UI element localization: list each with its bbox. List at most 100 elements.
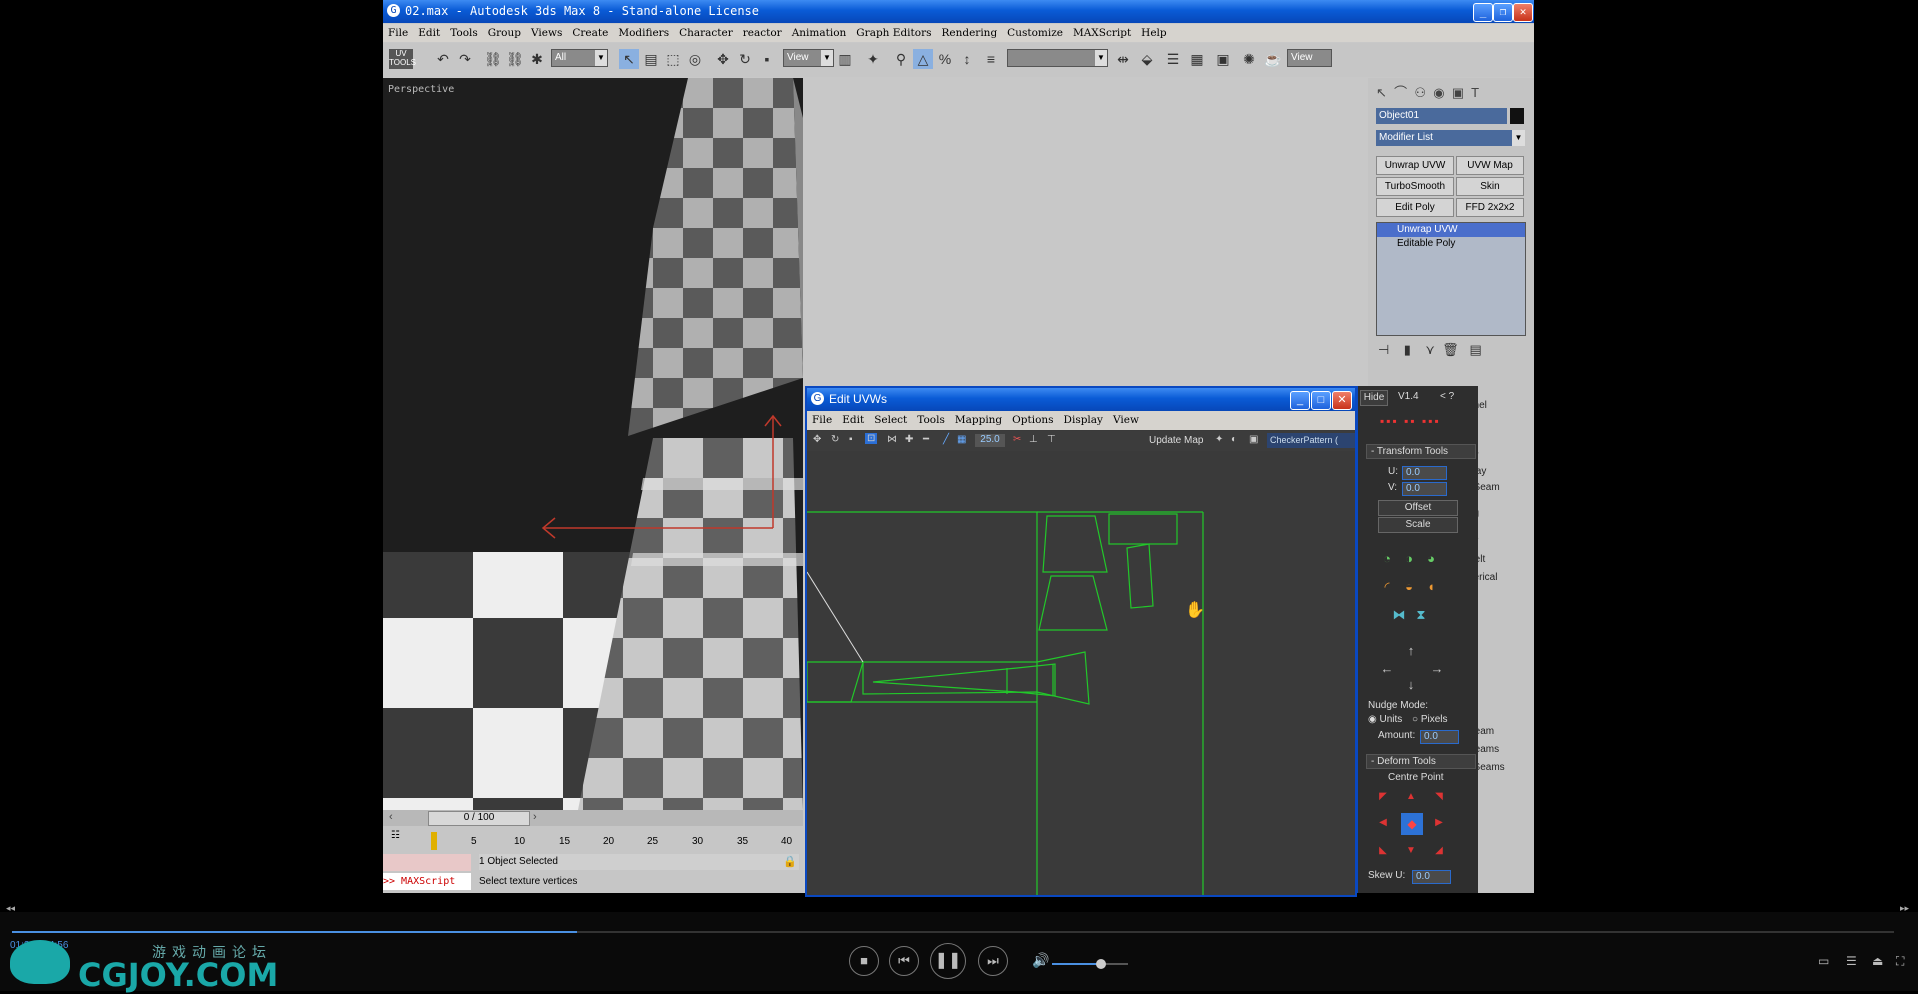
- select-by-name-icon[interactable]: ▤: [641, 49, 661, 69]
- command-panel-tabs[interactable]: ↖ ⌒ ⚇ ◉ ▣ T: [1376, 82, 1526, 102]
- uvw-weld-icon[interactable]: ⊥: [1029, 434, 1038, 445]
- centre-point-grid[interactable]: ◤ ▲ ◥ ◀ ◆ ▶ ◣ ▼ ◢: [1374, 788, 1454, 864]
- render-scene-icon[interactable]: ☕: [1263, 49, 1283, 69]
- pixels-radio[interactable]: ○ Pixels: [1412, 714, 1448, 725]
- volume-slider[interactable]: [1052, 959, 1128, 969]
- move-icon[interactable]: ✥: [713, 49, 733, 69]
- time-slider[interactable]: ‹ 0 / 100 ›: [383, 810, 803, 826]
- nudge-left-icon[interactable]: ←: [1378, 660, 1396, 678]
- v-spinner[interactable]: 0.0: [1402, 482, 1447, 496]
- menu-reactor[interactable]: reactor: [738, 24, 787, 42]
- object-name-field[interactable]: Object01: [1376, 108, 1507, 124]
- pivot-center-icon[interactable]: ◆: [1401, 813, 1423, 835]
- seek-back-icon[interactable]: ◂◂: [6, 903, 15, 914]
- uv-editor-canvas[interactable]: ✋: [807, 452, 1355, 895]
- material-editor-icon[interactable]: ✺: [1239, 49, 1259, 69]
- turbosmooth-button[interactable]: TurboSmooth: [1376, 177, 1454, 196]
- pin-stack-icon[interactable]: ⊣: [1378, 342, 1389, 357]
- track-bar[interactable]: ☷ 5 10 15 20 25 30 35 40: [383, 828, 803, 850]
- create-tab-icon[interactable]: ↖: [1376, 85, 1387, 100]
- uvw-freeform-icon[interactable]: ⊡: [865, 433, 878, 444]
- uvw-uv-toggle-icon[interactable]: ◐: [1231, 434, 1237, 445]
- show-end-result-icon[interactable]: ▮: [1404, 342, 1411, 357]
- schematic-view-icon[interactable]: ▣: [1213, 49, 1233, 69]
- rotate-cw-icon[interactable]: ◕: [1422, 550, 1440, 568]
- mirror-h-icon[interactable]: ⧓: [1390, 606, 1408, 624]
- menu-maxscript[interactable]: MAXScript: [1068, 24, 1136, 42]
- hide-button[interactable]: Hide: [1360, 390, 1388, 406]
- scale-button[interactable]: Scale: [1378, 517, 1458, 533]
- menu-rendering[interactable]: Rendering: [936, 24, 1002, 42]
- uvw-zoom-spinner[interactable]: 25.0: [975, 434, 1005, 447]
- select-manipulate-icon[interactable]: ✦: [863, 49, 883, 69]
- screen-mode-icon[interactable]: ▭: [1818, 954, 1829, 968]
- percent-snap-icon[interactable]: %: [935, 49, 955, 69]
- menu-group[interactable]: Group: [483, 24, 526, 42]
- uvw-menu-file[interactable]: File: [807, 411, 837, 429]
- previous-button[interactable]: ⏮: [889, 946, 919, 976]
- render-type-dropdown[interactable]: View: [1287, 49, 1332, 67]
- settings-icon[interactable]: ☰: [1846, 954, 1857, 968]
- menu-modifiers[interactable]: Modifiers: [613, 24, 674, 42]
- edit-named-selection-icon[interactable]: ≡: [981, 49, 1001, 69]
- maxscript-listener[interactable]: >> MAXScript: [383, 873, 471, 890]
- menu-create[interactable]: Create: [567, 24, 613, 42]
- uvw-rotate-icon[interactable]: ↻: [831, 434, 839, 445]
- make-unique-icon[interactable]: ⋎: [1425, 342, 1435, 357]
- mirror-icon[interactable]: ⇹: [1113, 49, 1133, 69]
- volume-icon[interactable]: 🔊: [1032, 952, 1049, 969]
- flip-icon[interactable]: ◒: [1400, 578, 1418, 596]
- edit-poly-button[interactable]: Edit Poly: [1376, 198, 1454, 217]
- align-icon[interactable]: ⬙: [1137, 49, 1157, 69]
- uvw-lock-icon[interactable]: ▦: [957, 434, 966, 445]
- menu-customize[interactable]: Customize: [1002, 24, 1068, 42]
- next-button[interactable]: ⏭: [978, 946, 1008, 976]
- close-button[interactable]: ✕: [1513, 3, 1533, 22]
- stack-item-editable-poly[interactable]: Editable Poly: [1377, 237, 1525, 251]
- remove-modifier-icon[interactable]: 🗑: [1442, 342, 1459, 357]
- fullscreen-icon[interactable]: ⛶: [1896, 954, 1904, 969]
- prev-frame-icon[interactable]: ‹: [389, 811, 393, 823]
- uvw-menu-select[interactable]: Select: [869, 411, 912, 429]
- transform-tools-header[interactable]: - Transform Tools: [1366, 444, 1476, 459]
- modifier-stack[interactable]: Unwrap UVW Editable Poly: [1376, 222, 1526, 336]
- curve-editor-icon[interactable]: ▦: [1187, 49, 1207, 69]
- mirror-v-icon[interactable]: ⧗: [1412, 606, 1430, 624]
- link-icon[interactable]: ⛓: [483, 49, 503, 69]
- menu-graph-editors[interactable]: Graph Editors: [851, 24, 936, 42]
- uvw-paint-icon[interactable]: ╱: [943, 434, 949, 445]
- stack-controls[interactable]: ⊣ ▮ ⋎ 🗑 ▤: [1378, 342, 1524, 362]
- pivot-left-icon[interactable]: ◀: [1374, 814, 1392, 832]
- snap-toggle-icon[interactable]: ⚲: [891, 49, 911, 69]
- skin-button[interactable]: Skin: [1456, 177, 1524, 196]
- uvw-menu-display[interactable]: Display: [1059, 411, 1108, 429]
- uvw-menu-tools[interactable]: Tools: [912, 411, 950, 429]
- rectangular-selection-icon[interactable]: ⬚: [663, 49, 683, 69]
- pivot-top-right-icon[interactable]: ◥: [1430, 788, 1448, 806]
- rotate-icon[interactable]: ↻: [735, 49, 755, 69]
- pivot-bottom-icon[interactable]: ▼: [1402, 842, 1420, 860]
- menu-help[interactable]: Help: [1136, 24, 1171, 42]
- seek-forward-icon[interactable]: ▸▸: [1900, 903, 1909, 914]
- window-crossing-icon[interactable]: ◎: [685, 49, 705, 69]
- lock-selection-icon[interactable]: 🔒: [783, 855, 797, 868]
- u-spinner[interactable]: 0.0: [1402, 466, 1447, 480]
- unlink-icon[interactable]: ⛓: [505, 49, 525, 69]
- frame-counter[interactable]: 0 / 100: [428, 811, 530, 826]
- configure-modifier-sets-icon[interactable]: ▤: [1470, 342, 1482, 357]
- menu-edit[interactable]: Edit: [413, 24, 445, 42]
- amount-spinner[interactable]: 0.0: [1420, 730, 1459, 744]
- uvw-contract-icon[interactable]: ━: [923, 434, 929, 445]
- named-selection-sets-dropdown[interactable]: ▼: [1007, 49, 1108, 67]
- stop-button[interactable]: ■: [849, 946, 879, 976]
- uv-tools-icon[interactable]: UV TOOLS: [389, 49, 416, 69]
- uvw-menu-options[interactable]: Options: [1007, 411, 1058, 429]
- minimize-button[interactable]: _: [1473, 3, 1493, 22]
- pivot-bottom-left-icon[interactable]: ◣: [1374, 842, 1392, 860]
- stack-item-unwrap-uvw[interactable]: Unwrap UVW: [1377, 223, 1525, 237]
- rollout-header-icons[interactable]: ▪▪▪ ▪▪ ▪▪▪: [1380, 414, 1452, 432]
- menu-file[interactable]: File: [383, 24, 413, 42]
- menu-tools[interactable]: Tools: [445, 24, 483, 42]
- reference-coordinate-dropdown[interactable]: View ▼: [783, 49, 834, 67]
- uvw-map-button[interactable]: UVW Map: [1456, 156, 1524, 175]
